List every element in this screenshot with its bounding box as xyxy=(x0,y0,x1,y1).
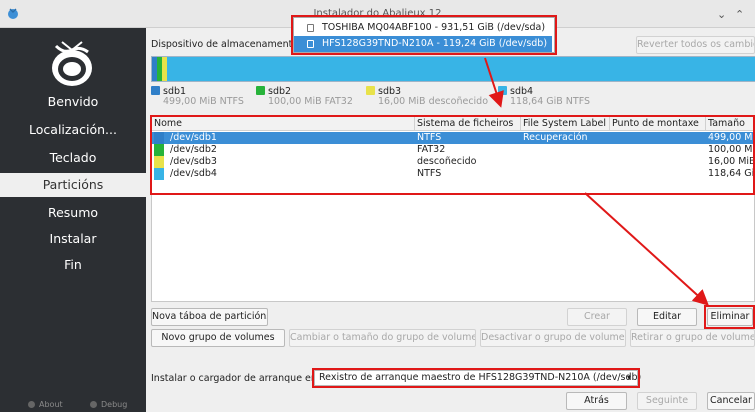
cell-name: /dev/sdb3 xyxy=(170,156,217,167)
legend-detail: 118,64 GiB NTFS xyxy=(510,96,591,107)
sidebar: Benvido Localización... Teclado Partició… xyxy=(0,28,146,412)
cell-label: Recuperación xyxy=(523,132,588,143)
legend-detail: 100,00 MiB FAT32 xyxy=(268,96,353,107)
minimize-icon[interactable]: ⌄ xyxy=(717,8,726,21)
cell-name: /dev/sdb4 xyxy=(170,168,217,179)
new-partition-table-button[interactable]: Nova táboa de particións xyxy=(151,308,268,326)
storage-option-sda[interactable]: TOSHIBA MQ04ABF100 - 931,51 GiB (/dev/sd… xyxy=(294,20,552,36)
storage-device-label: Dispositivo de almacenamento: xyxy=(151,39,302,50)
create-button[interactable]: Crear xyxy=(567,308,627,326)
cell-name: /dev/sdb2 xyxy=(170,144,217,155)
cell-size: 118,64 GiB xyxy=(708,168,755,179)
about-label: About xyxy=(39,400,63,409)
column-divider xyxy=(520,117,521,131)
delete-button[interactable]: Eliminar xyxy=(707,308,753,326)
legend-swatch xyxy=(366,86,375,95)
cell-filesystem: NTFS xyxy=(417,168,442,179)
chevron-down-icon: ▾ xyxy=(626,373,631,382)
legend-item-sdb4: sdb4 118,64 GiB NTFS xyxy=(498,86,590,107)
legend-swatch xyxy=(151,86,160,95)
debug-button[interactable]: Debug xyxy=(90,400,127,409)
table-header: Nome Sistema de ficheiros File System La… xyxy=(152,117,755,131)
cell-name: /dev/sdb1 xyxy=(170,132,217,143)
column-header-mount[interactable]: Punto de montaxe xyxy=(612,118,699,129)
drive-icon xyxy=(307,24,314,32)
cancel-button[interactable]: Cancelar xyxy=(707,392,755,410)
resize-volume-group-button[interactable]: Cambiar o tamaño do grupo de volumes xyxy=(289,329,476,347)
bootloader-value: Rexistro de arranque maestro de HFS128G3… xyxy=(319,372,642,383)
sidebar-item-install[interactable]: Instalar xyxy=(0,227,146,251)
legend-detail: 499,00 MiB NTFS xyxy=(163,96,244,107)
maximize-icon[interactable]: ⌃ xyxy=(735,8,744,21)
next-button[interactable]: Seguinte xyxy=(637,392,697,410)
edit-button[interactable]: Editar xyxy=(637,308,697,326)
table-row[interactable]: /dev/sdb4 NTFS 118,64 GiB xyxy=(152,168,755,180)
column-divider xyxy=(609,117,610,131)
column-divider xyxy=(414,117,415,131)
table-row[interactable]: /dev/sdb2 FAT32 100,00 MiB xyxy=(152,144,755,156)
legend-item-sdb2: sdb2 100,00 MiB FAT32 xyxy=(256,86,353,107)
bootloader-select[interactable]: Rexistro de arranque maestro de HFS128G3… xyxy=(314,370,642,386)
partition-color-swatch xyxy=(154,156,164,168)
deactivate-volume-group-button[interactable]: Desactivar o grupo de volumes xyxy=(480,329,626,347)
partition-table: Nome Sistema de ficheiros File System La… xyxy=(151,116,755,302)
sidebar-item-welcome[interactable]: Benvido xyxy=(0,90,146,114)
table-row[interactable]: /dev/sdb3 descoñecido 16,00 MiB xyxy=(152,156,755,168)
partition-color-swatch xyxy=(154,144,164,156)
legend-item-sdb3: sdb3 16,00 MiB descoñecido xyxy=(366,86,488,107)
revert-all-button[interactable]: Reverter todos os cambios xyxy=(636,36,755,54)
disk-usage-bar xyxy=(151,56,755,82)
about-button[interactable]: About xyxy=(28,400,63,409)
sidebar-item-finish[interactable]: Fin xyxy=(0,253,146,277)
storage-option-label: HFS128G39TND-N210A - 119,24 GiB (/dev/sd… xyxy=(322,38,548,49)
sidebar-item-location[interactable]: Localización... xyxy=(0,118,146,142)
cell-size: 100,00 MiB xyxy=(708,144,755,155)
column-divider xyxy=(705,117,706,131)
table-row[interactable]: /dev/sdb1 NTFS Recuperación 499,00 MiB xyxy=(152,132,755,144)
drive-icon xyxy=(307,40,314,48)
sidebar-item-summary[interactable]: Resumo xyxy=(0,201,146,225)
storage-option-sdb[interactable]: HFS128G39TND-N210A - 119,24 GiB (/dev/sd… xyxy=(294,36,552,52)
cell-size: 16,00 MiB xyxy=(708,156,755,167)
bootloader-label: Instalar o cargador de arranque en: xyxy=(151,373,321,384)
storage-device-dropdown[interactable]: TOSHIBA MQ04ABF100 - 931,51 GiB (/dev/sd… xyxy=(293,17,555,53)
column-header-label[interactable]: File System Label xyxy=(523,118,606,129)
cell-size: 499,00 MiB xyxy=(708,132,755,143)
sidebar-item-partitions[interactable]: Particións xyxy=(0,173,146,197)
cell-filesystem: NTFS xyxy=(417,132,442,143)
legend-item-sdb1: sdb1 499,00 MiB NTFS xyxy=(151,86,244,107)
debug-icon xyxy=(90,401,97,408)
column-header-size[interactable]: Tamaño xyxy=(708,118,745,129)
cell-filesystem: descoñecido xyxy=(417,156,477,167)
column-header-filesystem[interactable]: Sistema de ficheiros xyxy=(417,118,513,129)
cell-filesystem: FAT32 xyxy=(417,144,446,155)
column-header-name[interactable]: Nome xyxy=(154,118,182,129)
sidebar-item-keyboard[interactable]: Teclado xyxy=(0,146,146,170)
storage-option-label: TOSHIBA MQ04ABF100 - 931,51 GiB (/dev/sd… xyxy=(322,22,546,33)
legend-detail: 16,00 MiB descoñecido xyxy=(378,96,489,107)
legend-swatch xyxy=(498,86,507,95)
debug-label: Debug xyxy=(101,400,128,409)
legend-swatch xyxy=(256,86,265,95)
partition-color-swatch xyxy=(154,168,164,180)
about-icon xyxy=(28,401,35,408)
partition-color-swatch xyxy=(154,132,164,144)
new-volume-group-button[interactable]: Novo grupo de volumes xyxy=(151,329,285,347)
disk-segment-sdb4 xyxy=(167,57,755,81)
logo-icon xyxy=(52,41,92,86)
remove-volume-group-button[interactable]: Retirar o grupo de volumes xyxy=(630,329,755,347)
back-button[interactable]: Atrás xyxy=(566,392,627,410)
